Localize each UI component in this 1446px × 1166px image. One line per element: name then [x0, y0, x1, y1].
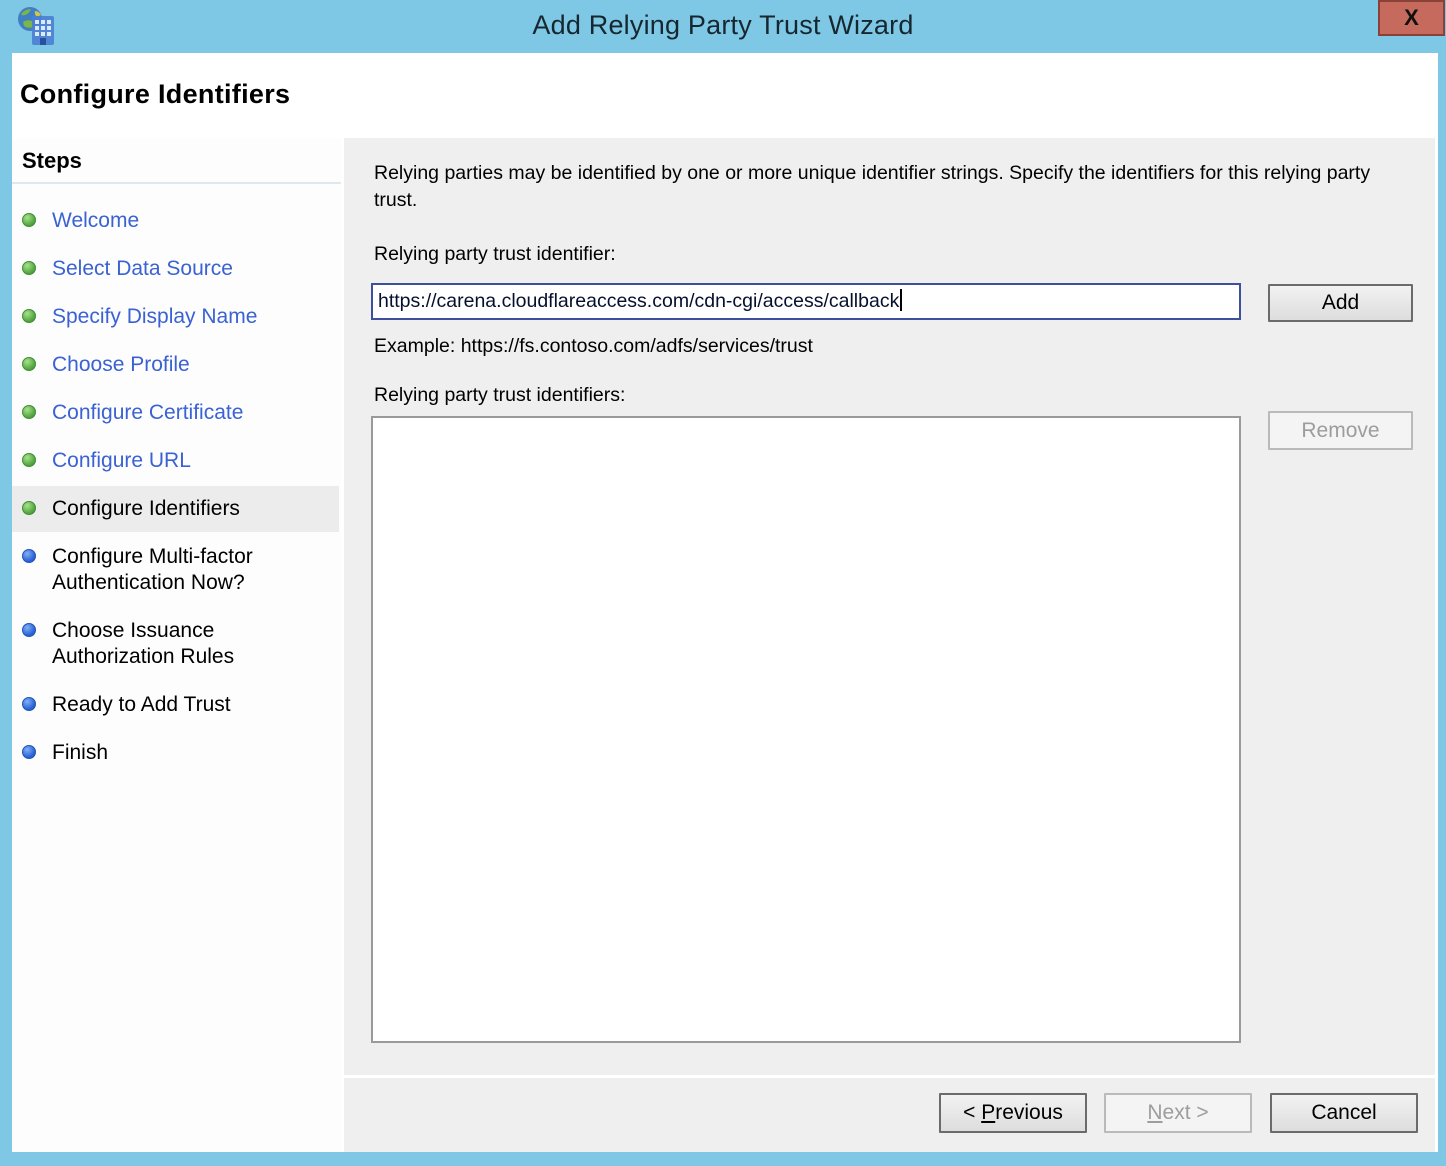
- step-done-bullet-icon: [22, 213, 36, 227]
- step-label: Select Data Source: [52, 256, 304, 282]
- step-label: Ready to Add Trust: [52, 692, 304, 718]
- previous-button[interactable]: < Previous: [939, 1093, 1087, 1133]
- steps-sidebar: Steps Welcome Select Data Source Specify D…: [12, 138, 341, 1152]
- titlebar: Add Relying Party Trust Wizard X: [0, 0, 1446, 53]
- sidebar-item-choose-issuance-authorization-rules: Choose Issuance Authorization Rules: [12, 608, 339, 680]
- window-title: Add Relying Party Trust Wizard: [0, 10, 1446, 41]
- remove-button[interactable]: Remove: [1268, 411, 1413, 450]
- identifier-label: Relying party trust identifier:: [374, 243, 616, 266]
- step-label: Choose Profile: [52, 352, 304, 378]
- sidebar-item-configure-certificate: Configure Certificate: [12, 390, 339, 436]
- intro-text: Relying parties may be identified by one…: [374, 160, 1409, 214]
- step-label: Configure Certificate: [52, 400, 304, 426]
- step-label: Specify Display Name: [52, 304, 304, 330]
- sidebar-item-configure-url: Configure URL: [12, 438, 339, 484]
- step-done-bullet-icon: [22, 357, 36, 371]
- next-button[interactable]: Next >: [1104, 1093, 1252, 1133]
- identifier-value: https://carena.cloudflareaccess.com/cdn-…: [378, 290, 899, 312]
- footer: < Previous Next > Cancel: [344, 1078, 1435, 1152]
- step-label: Choose Issuance Authorization Rules: [52, 618, 304, 670]
- text-caret: [900, 289, 902, 311]
- sidebar-item-specify-display-name: Specify Display Name: [12, 294, 339, 340]
- wizard-window: Add Relying Party Trust Wizard X Configu…: [0, 0, 1446, 1166]
- step-label: Finish: [52, 740, 304, 766]
- sidebar-item-choose-profile: Choose Profile: [12, 342, 339, 388]
- step-done-bullet-icon: [22, 261, 36, 275]
- step-done-bullet-icon: [22, 501, 36, 515]
- sidebar-item-configure-identifiers: Configure Identifiers: [12, 486, 339, 532]
- page-header: Configure Identifiers: [12, 53, 1438, 138]
- step-label: Configure URL: [52, 448, 304, 474]
- step-pending-bullet-icon: [22, 549, 36, 563]
- main-panel: Relying parties may be identified by one…: [344, 138, 1435, 1075]
- step-done-bullet-icon: [22, 309, 36, 323]
- sidebar-item-select-data-source: Select Data Source: [12, 246, 339, 292]
- step-label: Welcome: [52, 208, 304, 234]
- identifiers-listbox[interactable]: [371, 416, 1241, 1043]
- step-label: Configure Multi-factor Authentication No…: [52, 544, 304, 596]
- example-text: Example: https://fs.contoso.com/adfs/ser…: [374, 335, 813, 358]
- sidebar-item-configure-multi-factor-authentication-now: Configure Multi-factor Authentication No…: [12, 534, 339, 606]
- sidebar-item-finish: Finish: [12, 730, 339, 776]
- cancel-button[interactable]: Cancel: [1270, 1093, 1418, 1133]
- sidebar-item-welcome: Welcome: [12, 198, 339, 244]
- add-button[interactable]: Add: [1268, 284, 1413, 322]
- sidebar-item-ready-to-add-trust: Ready to Add Trust: [12, 682, 339, 728]
- identifier-input[interactable]: https://carena.cloudflareaccess.com/cdn-…: [371, 283, 1241, 320]
- steps-heading: Steps: [12, 138, 341, 184]
- step-pending-bullet-icon: [22, 623, 36, 637]
- step-label: Configure Identifiers: [52, 496, 304, 522]
- dialog-body: Configure Identifiers Steps Welcome Selec…: [12, 53, 1438, 1152]
- step-pending-bullet-icon: [22, 697, 36, 711]
- step-pending-bullet-icon: [22, 745, 36, 759]
- close-button[interactable]: X: [1378, 0, 1445, 36]
- identifiers-list-label: Relying party trust identifiers:: [374, 384, 625, 407]
- steps-list: Welcome Select Data Source Specify Display…: [12, 198, 341, 776]
- step-done-bullet-icon: [22, 405, 36, 419]
- page-title: Configure Identifiers: [20, 79, 290, 110]
- step-done-bullet-icon: [22, 453, 36, 467]
